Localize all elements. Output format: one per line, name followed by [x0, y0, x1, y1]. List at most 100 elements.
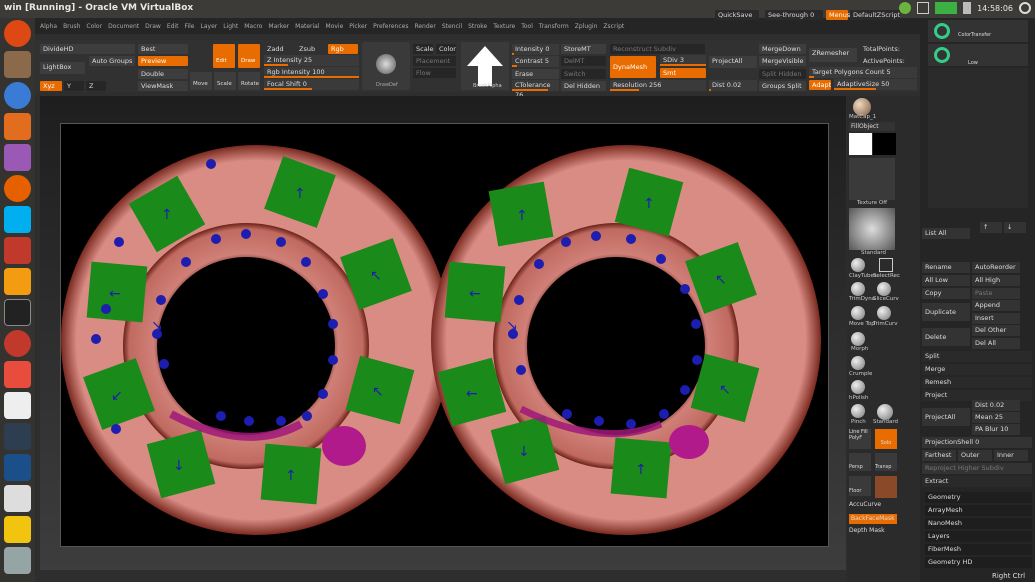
- del-hidden-button[interactable]: Del Hidden: [561, 81, 606, 91]
- draw-button[interactable]: Draw: [238, 44, 260, 68]
- menu-item[interactable]: Light: [223, 23, 238, 30]
- ubuntu-icon[interactable]: [4, 20, 31, 47]
- best-button[interactable]: Best: [138, 44, 188, 54]
- append-button[interactable]: Append: [972, 300, 1020, 311]
- battery-icon[interactable]: [935, 2, 958, 14]
- projection-shell-slider[interactable]: ProjectionShell 0: [922, 437, 1032, 448]
- texture-slot[interactable]: [849, 158, 895, 200]
- solo-button[interactable]: Solo: [875, 429, 897, 449]
- rgb-intensity-slider[interactable]: Rgb Intensity 100: [264, 67, 359, 78]
- split-section[interactable]: Split: [922, 351, 1032, 362]
- persp-button[interactable]: Persp: [849, 453, 871, 471]
- reconstruct-subdiv-button[interactable]: Reconstruct Subdiv: [610, 44, 705, 54]
- pinch-brush-icon[interactable]: [851, 404, 865, 418]
- fillobject-button[interactable]: FillObject: [849, 122, 895, 131]
- reproject-button[interactable]: Reproject Higher Subdiv: [922, 463, 1032, 474]
- farthest-button[interactable]: Farthest: [922, 450, 956, 461]
- menu-item[interactable]: Macro: [244, 23, 262, 30]
- lightbox-button[interactable]: LightBox: [40, 62, 85, 74]
- del-other-button[interactable]: Del Other: [972, 325, 1020, 336]
- layers-section[interactable]: Layers: [925, 531, 1032, 542]
- crumple-brush-icon[interactable]: [851, 356, 865, 370]
- flow-toggle[interactable]: Flow: [413, 68, 456, 78]
- secondary-color-swatch[interactable]: [873, 133, 896, 155]
- menu-item[interactable]: Edit: [167, 23, 179, 30]
- resolution-slider[interactable]: Resolution 256: [610, 80, 706, 91]
- move-topological-brush-icon[interactable]: [851, 306, 865, 320]
- menu-item[interactable]: Preferences: [373, 23, 408, 30]
- subtool-item-low[interactable]: Low: [928, 44, 1028, 66]
- delete-button[interactable]: Delete: [922, 328, 970, 346]
- scale-button[interactable]: Scale: [214, 72, 236, 90]
- menu-item[interactable]: Material: [295, 23, 319, 30]
- menu-item[interactable]: Texture: [493, 23, 515, 30]
- color-toggle[interactable]: Color: [436, 44, 456, 54]
- zsub-button[interactable]: Zsub: [296, 44, 324, 54]
- mean-slider[interactable]: Mean 25: [972, 412, 1020, 423]
- ctolerance-slider[interactable]: CTolerance 76: [512, 80, 559, 99]
- tori-model[interactable]: ↑↑↖ ←↙ ↖ ↓↑↘ ↑↑↖ ←← ↖ ↓↑↘: [61, 124, 828, 546]
- system-monitor-icon[interactable]: [4, 423, 31, 450]
- smt-button[interactable]: Smt: [660, 68, 706, 78]
- move-button[interactable]: Move: [190, 72, 212, 90]
- insert-button[interactable]: Insert: [972, 313, 1020, 324]
- target-polygons-slider[interactable]: Target Polygons Count 5: [809, 67, 917, 78]
- menu-item[interactable]: Document: [108, 23, 139, 30]
- rotate-button[interactable]: Rotate: [238, 72, 260, 90]
- sdiv-slider[interactable]: SDiv 3: [660, 55, 706, 66]
- browser-icon[interactable]: [4, 82, 31, 109]
- merge-section[interactable]: Merge: [922, 364, 1032, 375]
- menu-item[interactable]: Stroke: [468, 23, 487, 30]
- files-icon[interactable]: [4, 51, 31, 78]
- viewmask-button[interactable]: ViewMask: [138, 81, 188, 91]
- autoreorder-button[interactable]: AutoReorder: [972, 262, 1020, 273]
- virtualbox-icon[interactable]: [4, 454, 31, 481]
- hpolish-brush-icon[interactable]: [851, 380, 865, 394]
- zadd-button[interactable]: Zadd: [264, 44, 292, 54]
- menu-item[interactable]: Layer: [201, 23, 218, 30]
- geometry-section[interactable]: Geometry: [925, 492, 1032, 503]
- subtool-item-colortransfer[interactable]: ColorTransfer: [928, 20, 1028, 42]
- menu-item[interactable]: Zscript: [603, 23, 624, 30]
- trimcurve-brush-icon[interactable]: [877, 306, 891, 320]
- switch-button[interactable]: Switch: [561, 69, 606, 79]
- trash-icon[interactable]: [4, 547, 31, 574]
- nanomesh-section[interactable]: NanoMesh: [925, 518, 1032, 529]
- app3-icon[interactable]: [4, 361, 31, 388]
- see-through-slider[interactable]: See-through 0: [765, 10, 823, 20]
- arrow-down-button[interactable]: ↓: [1004, 222, 1026, 233]
- fibermesh-section[interactable]: FiberMesh: [925, 544, 1032, 555]
- split-hidden-button[interactable]: Split Hidden: [759, 69, 806, 79]
- mergedown-button[interactable]: MergeDown: [759, 44, 806, 54]
- preview-button[interactable]: Preview: [138, 56, 188, 66]
- menu-item[interactable]: File: [184, 23, 194, 30]
- focal-shift-slider[interactable]: Focal Shift 0: [264, 79, 359, 90]
- app6-icon[interactable]: [4, 516, 31, 543]
- dynamesh-button[interactable]: DynaMesh: [610, 56, 656, 78]
- double-button[interactable]: Double: [138, 69, 188, 79]
- quicksave-button[interactable]: QuickSave: [715, 10, 759, 20]
- mergevisible-button[interactable]: MergeVisible: [759, 56, 806, 66]
- trimdyna-brush-icon[interactable]: [851, 282, 865, 296]
- accucurve-button[interactable]: AccuCurve: [849, 501, 895, 511]
- paste-button[interactable]: Paste: [972, 288, 1020, 299]
- menu-item[interactable]: Alpha: [40, 23, 57, 30]
- menu-item[interactable]: Picker: [349, 23, 367, 30]
- zremesher-button[interactable]: ZRemesher: [809, 48, 857, 62]
- outer-button[interactable]: Outer: [958, 450, 992, 461]
- menu-item[interactable]: Transform: [539, 23, 569, 30]
- pa-blur-slider[interactable]: PA Blur 10: [972, 424, 1020, 435]
- vlc-icon[interactable]: [4, 268, 31, 295]
- auto-groups-button[interactable]: Auto Groups: [89, 56, 135, 66]
- vm-status-icon[interactable]: [899, 2, 912, 14]
- placement-toggle[interactable]: Placement: [413, 56, 456, 66]
- default-zscript-button[interactable]: DefaultZScript: [850, 10, 900, 20]
- intensity-slider[interactable]: Intensity 0: [512, 44, 559, 55]
- groups-split-button[interactable]: Groups Split: [759, 81, 806, 91]
- rename-button[interactable]: Rename: [922, 262, 970, 273]
- firefox-icon[interactable]: [4, 175, 31, 202]
- stroke-alpha-slot[interactable]: [849, 208, 895, 250]
- app-icon[interactable]: [4, 144, 31, 171]
- rgb-button[interactable]: Rgb: [328, 44, 358, 54]
- remesh-section[interactable]: Remesh: [922, 377, 1032, 388]
